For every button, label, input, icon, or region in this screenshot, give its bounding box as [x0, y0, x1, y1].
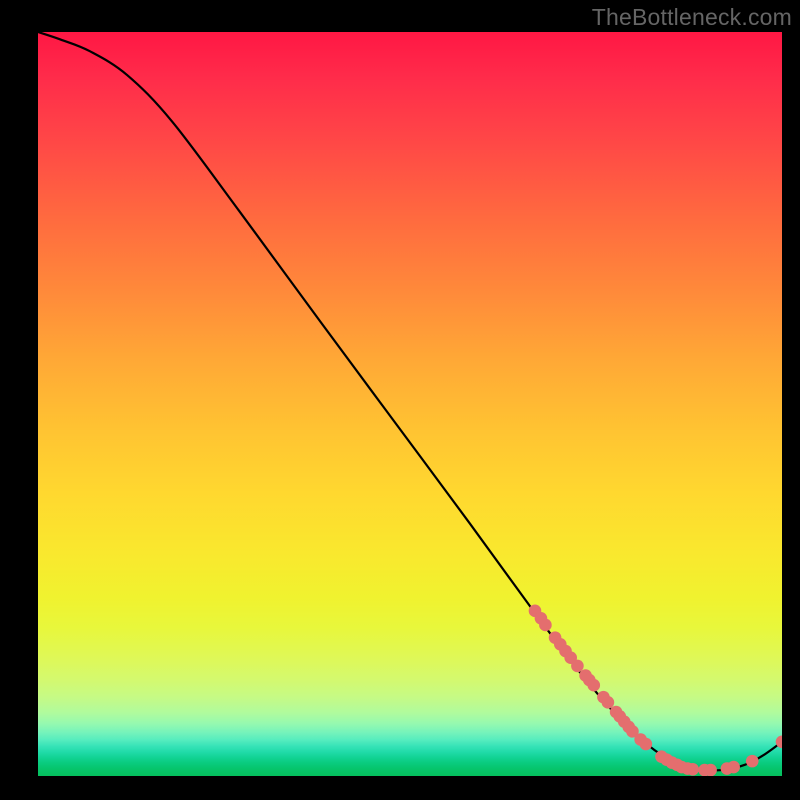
chart-marker: [571, 660, 584, 673]
chart-marker: [587, 679, 600, 692]
chart-marker: [602, 696, 615, 709]
chart-marker: [640, 738, 653, 751]
chart-curve-line: [38, 32, 782, 770]
attribution-text: TheBottleneck.com: [592, 4, 792, 31]
chart-marker: [727, 761, 740, 774]
chart-marker: [686, 763, 699, 776]
chart-marker: [704, 764, 717, 776]
chart-marker: [539, 619, 552, 632]
chart-plot-area: [38, 32, 782, 776]
chart-marker: [746, 755, 759, 768]
chart-svg: [38, 32, 782, 776]
